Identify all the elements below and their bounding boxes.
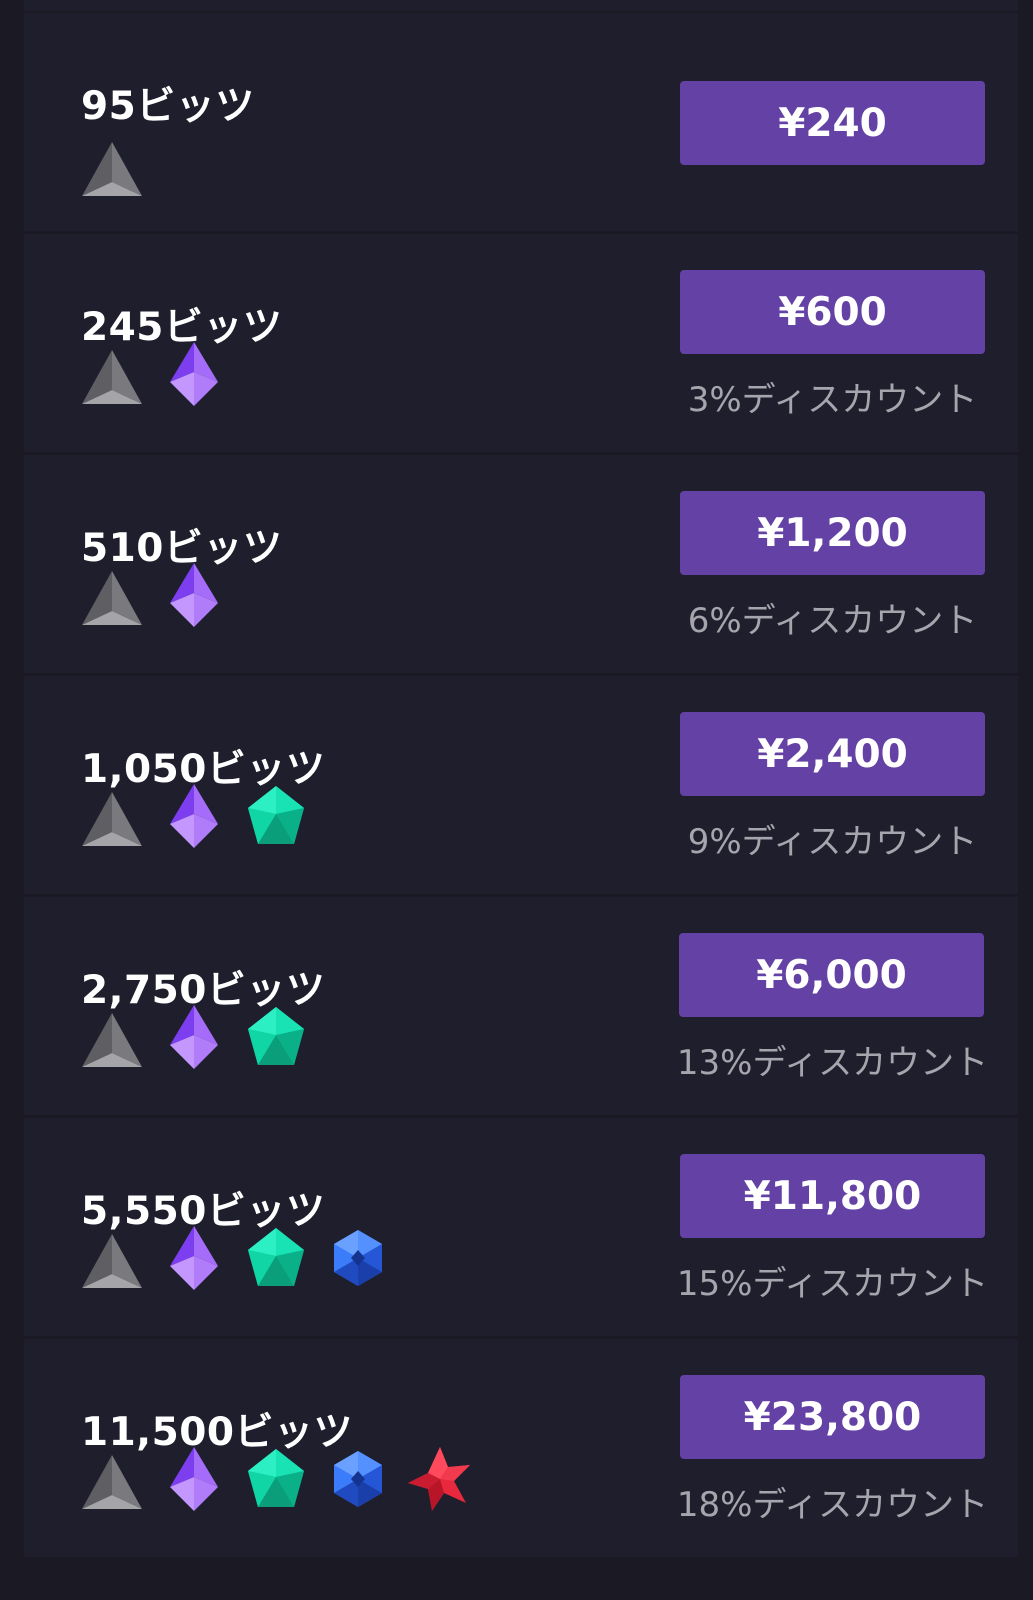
blue-hexagon-gem-icon [324,1445,392,1513]
gray-triangle-gem-icon [78,340,146,408]
buy-button[interactable]: ¥2,400 [680,712,985,796]
discount-label: 15%ディスカウント [676,1264,989,1304]
discount-label: 3%ディスカウント [687,380,978,420]
gem-icons [78,340,242,408]
package-row-4: 1,050ビッツ ¥2,400 9%ディスカウント [24,676,1018,894]
package-row-1: 95ビッツ ¥240 [24,13,1018,231]
purple-diamond-gem-icon [160,1003,228,1071]
gem-icons [78,1003,324,1071]
gem-icons [78,561,242,629]
previous-section-edge [24,0,1018,11]
package-row-7: 11,500ビッツ ¥23,800 18%ディスカウント [24,1339,1018,1557]
purple-diamond-gem-icon [160,340,228,408]
gray-triangle-gem-icon [78,561,146,629]
purple-diamond-gem-icon [160,561,228,629]
discount-label: 13%ディスカウント [676,1043,989,1083]
discount-label: 18%ディスカウント [676,1485,989,1525]
purple-diamond-gem-icon [160,1224,228,1292]
discount-label: 9%ディスカウント [687,822,978,862]
package-row-5: 2,750ビッツ ¥6,000 13%ディスカウント [24,897,1018,1115]
package-row-3: 510ビッツ ¥1,200 6%ディスカウント [24,455,1018,673]
gem-icons [78,132,160,200]
gray-triangle-gem-icon [78,1445,146,1513]
bits-amount: 95ビッツ [81,84,255,129]
package-row-6: 5,550ビッツ ¥11,800 15%ディスカウント [24,1118,1018,1336]
red-star-gem-icon [406,1445,474,1513]
buy-button[interactable]: ¥600 [680,270,985,354]
green-pentagon-gem-icon [242,1445,310,1513]
purple-diamond-gem-icon [160,782,228,850]
buy-button[interactable]: ¥6,000 [679,933,984,1017]
gem-icons [78,1445,488,1513]
bits-package-list: 95ビッツ ¥240 245ビッツ ¥600 3%ディスカウント 510ビッツ … [24,0,1018,1600]
green-pentagon-gem-icon [242,1003,310,1071]
package-row-2: 245ビッツ ¥600 3%ディスカウント [24,234,1018,452]
gray-triangle-gem-icon [78,782,146,850]
gray-triangle-gem-icon [78,1003,146,1071]
gray-triangle-gem-icon [78,1224,146,1292]
blue-hexagon-gem-icon [324,1224,392,1292]
gem-icons [78,1224,406,1292]
buy-button[interactable]: ¥23,800 [680,1375,985,1459]
green-pentagon-gem-icon [242,782,310,850]
buy-button[interactable]: ¥240 [680,81,985,165]
buy-button[interactable]: ¥11,800 [680,1154,985,1238]
purple-diamond-gem-icon [160,1445,228,1513]
buy-button[interactable]: ¥1,200 [680,491,985,575]
gem-icons [78,782,324,850]
green-pentagon-gem-icon [242,1224,310,1292]
gray-triangle-gem-icon [78,132,146,200]
discount-label: 6%ディスカウント [687,601,978,641]
